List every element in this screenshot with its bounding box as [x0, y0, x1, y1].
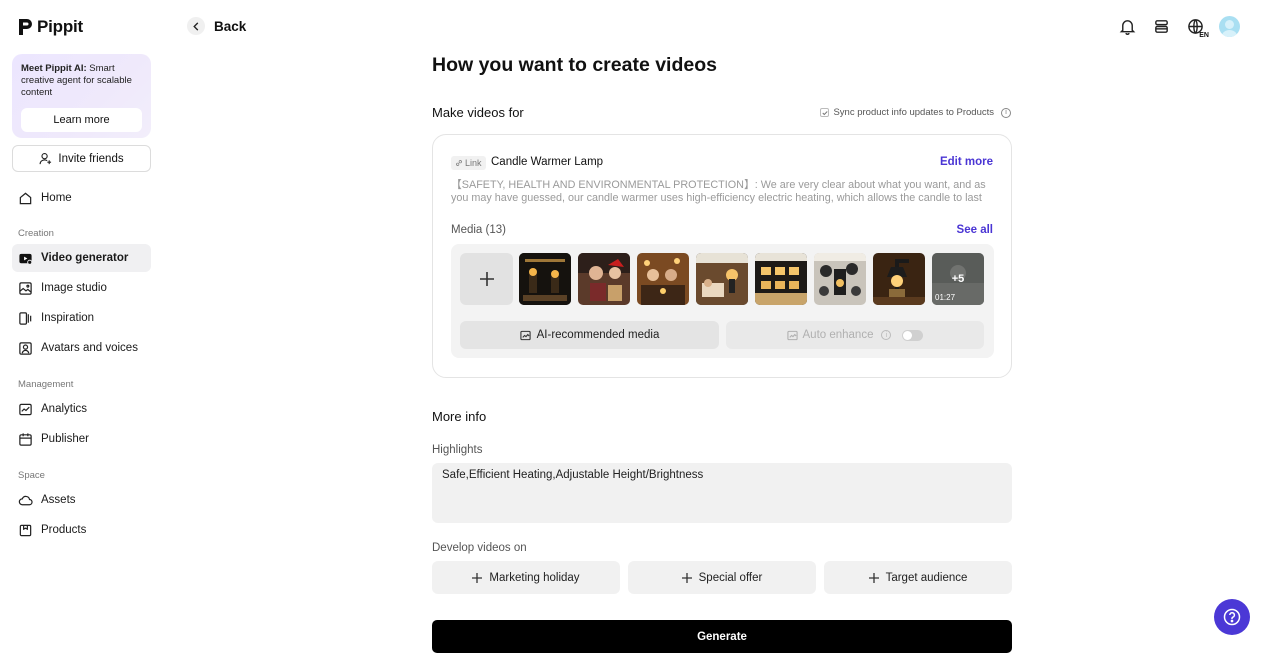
add-user-icon [39, 153, 52, 165]
more-info-heading: More info [432, 409, 487, 424]
link-icon [456, 160, 462, 166]
auto-enhance-label: Auto enhance [802, 329, 874, 341]
invite-friends-label: Invite friends [58, 152, 124, 165]
sidebar-item-label: Products [41, 524, 87, 536]
special-offer-button[interactable]: Special offer [628, 561, 816, 594]
option-label: Marketing holiday [489, 571, 580, 584]
ai-recommended-media-button[interactable]: AI-recommended media [460, 321, 719, 349]
product-card: Link Candle Warmer Lamp Edit more 【SAFET… [432, 134, 1012, 378]
highlights-label: Highlights [432, 444, 483, 456]
target-audience-button[interactable]: Target audience [824, 561, 1012, 594]
make-videos-for-label: Make videos for [432, 105, 524, 120]
sidebar-item-publisher[interactable]: Publisher [12, 425, 151, 453]
cloud-icon [18, 495, 33, 505]
media-thumbnail[interactable] [873, 253, 925, 305]
media-thumbnail[interactable] [755, 253, 807, 305]
video-icon [19, 253, 33, 265]
learn-more-button[interactable]: Learn more [21, 108, 142, 132]
sync-products-option[interactable]: Sync product info updates to Products i [820, 107, 1011, 118]
marketing-holiday-button[interactable]: Marketing holiday [432, 561, 620, 594]
media-thumbnail[interactable] [814, 253, 866, 305]
info-icon[interactable]: i [881, 330, 892, 340]
plus-icon [472, 572, 483, 583]
sidebar-item-label: Image studio [41, 282, 107, 294]
logo-text: Pippit [37, 17, 84, 36]
avatar-icon [19, 341, 32, 355]
promo-card: Meet Pippit AI: Smart creative agent for… [12, 54, 151, 138]
top-icons: EN [1117, 16, 1240, 39]
option-label: Special offer [698, 571, 763, 584]
image-icon [19, 281, 32, 295]
invite-friends-button[interactable]: Invite friends [12, 145, 151, 172]
enhance-icon [786, 330, 798, 340]
sidebar-item-home[interactable]: Home [12, 184, 151, 212]
sidebar-item-label: Avatars and voices [41, 342, 138, 354]
help-button[interactable] [1214, 599, 1250, 635]
product-description: 【SAFETY, HEALTH AND ENVIRONMENTAL PROTEC… [451, 179, 986, 204]
sidebar-item-video-generator[interactable]: Video generator [12, 244, 151, 272]
sidebar-item-label: Analytics [41, 403, 88, 415]
media-thumbnail[interactable] [578, 253, 630, 305]
sidebar: Pippit Meet Pippit AI: Smart creative ag… [0, 0, 163, 665]
promo-text: Meet Pippit AI: Smart creative agent for… [21, 63, 132, 98]
media-thumbnail-more[interactable]: +5 01:27 [932, 253, 984, 305]
back-label: Back [214, 18, 247, 34]
sync-label: Sync product info updates to Products [833, 107, 994, 118]
inspiration-icon [19, 311, 32, 325]
media-thumbnail[interactable] [696, 253, 748, 305]
media-label: Media (13) [451, 224, 506, 236]
box-icon [19, 524, 32, 536]
develop-videos-label: Develop videos on [432, 542, 527, 554]
back-button[interactable]: Back [187, 17, 246, 35]
section-label-space: Space [18, 470, 45, 481]
sidebar-item-products[interactable]: Products [12, 516, 151, 544]
sidebar-item-label: Video generator [41, 252, 129, 264]
see-all-link[interactable]: See all [957, 224, 993, 236]
avatar[interactable] [1219, 16, 1240, 37]
sidebar-item-label: Inspiration [41, 312, 95, 324]
sidebar-item-label: Assets [41, 494, 76, 506]
help-icon [1223, 608, 1241, 626]
sidebar-item-assets[interactable]: Assets [12, 486, 151, 514]
sidebar-item-image-studio[interactable]: Image studio [12, 274, 151, 302]
add-media-button[interactable] [460, 253, 513, 305]
sidebar-item-inspiration[interactable]: Inspiration [12, 304, 151, 332]
highlights-input[interactable]: Safe,Efficient Heating,Adjustable Height… [432, 463, 1012, 523]
video-duration: 01:27 [935, 293, 956, 302]
section-label-management: Management [18, 379, 74, 390]
page-title: How you want to create videos [432, 54, 717, 76]
option-label: Target audience [885, 571, 968, 584]
calendar-icon [19, 432, 32, 446]
auto-enhance-toggle[interactable] [902, 329, 924, 341]
generate-button[interactable]: Generate [432, 620, 1012, 653]
ai-recommended-media-label: AI-recommended media [536, 329, 660, 341]
media-thumbnail[interactable] [519, 253, 571, 305]
plus-icon [681, 572, 692, 583]
logo[interactable]: Pippit [18, 17, 83, 37]
section-label-creation: Creation [18, 228, 54, 239]
plus-icon [479, 272, 494, 286]
media-icon [519, 330, 531, 340]
chevron-left-icon [187, 17, 205, 35]
pippit-logo-icon [19, 19, 32, 35]
sidebar-item-label: Home [41, 192, 72, 204]
bell-icon[interactable] [1117, 17, 1137, 37]
edit-more-link[interactable]: Edit more [940, 156, 993, 168]
language-code: EN [1199, 31, 1209, 39]
plus-icon [868, 572, 879, 583]
sidebar-item-analytics[interactable]: Analytics [12, 395, 151, 423]
product-name: Candle Warmer Lamp [491, 156, 604, 168]
language-selector[interactable]: EN [1185, 17, 1209, 39]
link-tag: Link [451, 156, 486, 170]
analytics-icon [19, 403, 32, 415]
sidebar-item-label: Publisher [41, 433, 89, 445]
info-icon[interactable]: i [1001, 107, 1011, 118]
media-thumbnail[interactable] [637, 253, 689, 305]
media-box: +5 01:27 AI-recommended media Auto enhan… [451, 244, 994, 358]
layers-icon[interactable] [1151, 17, 1171, 37]
auto-enhance-option[interactable]: Auto enhance i [726, 321, 984, 349]
sync-checkbox[interactable] [820, 108, 830, 117]
home-icon [19, 192, 32, 204]
sidebar-item-avatars-and-voices[interactable]: Avatars and voices [12, 334, 151, 362]
